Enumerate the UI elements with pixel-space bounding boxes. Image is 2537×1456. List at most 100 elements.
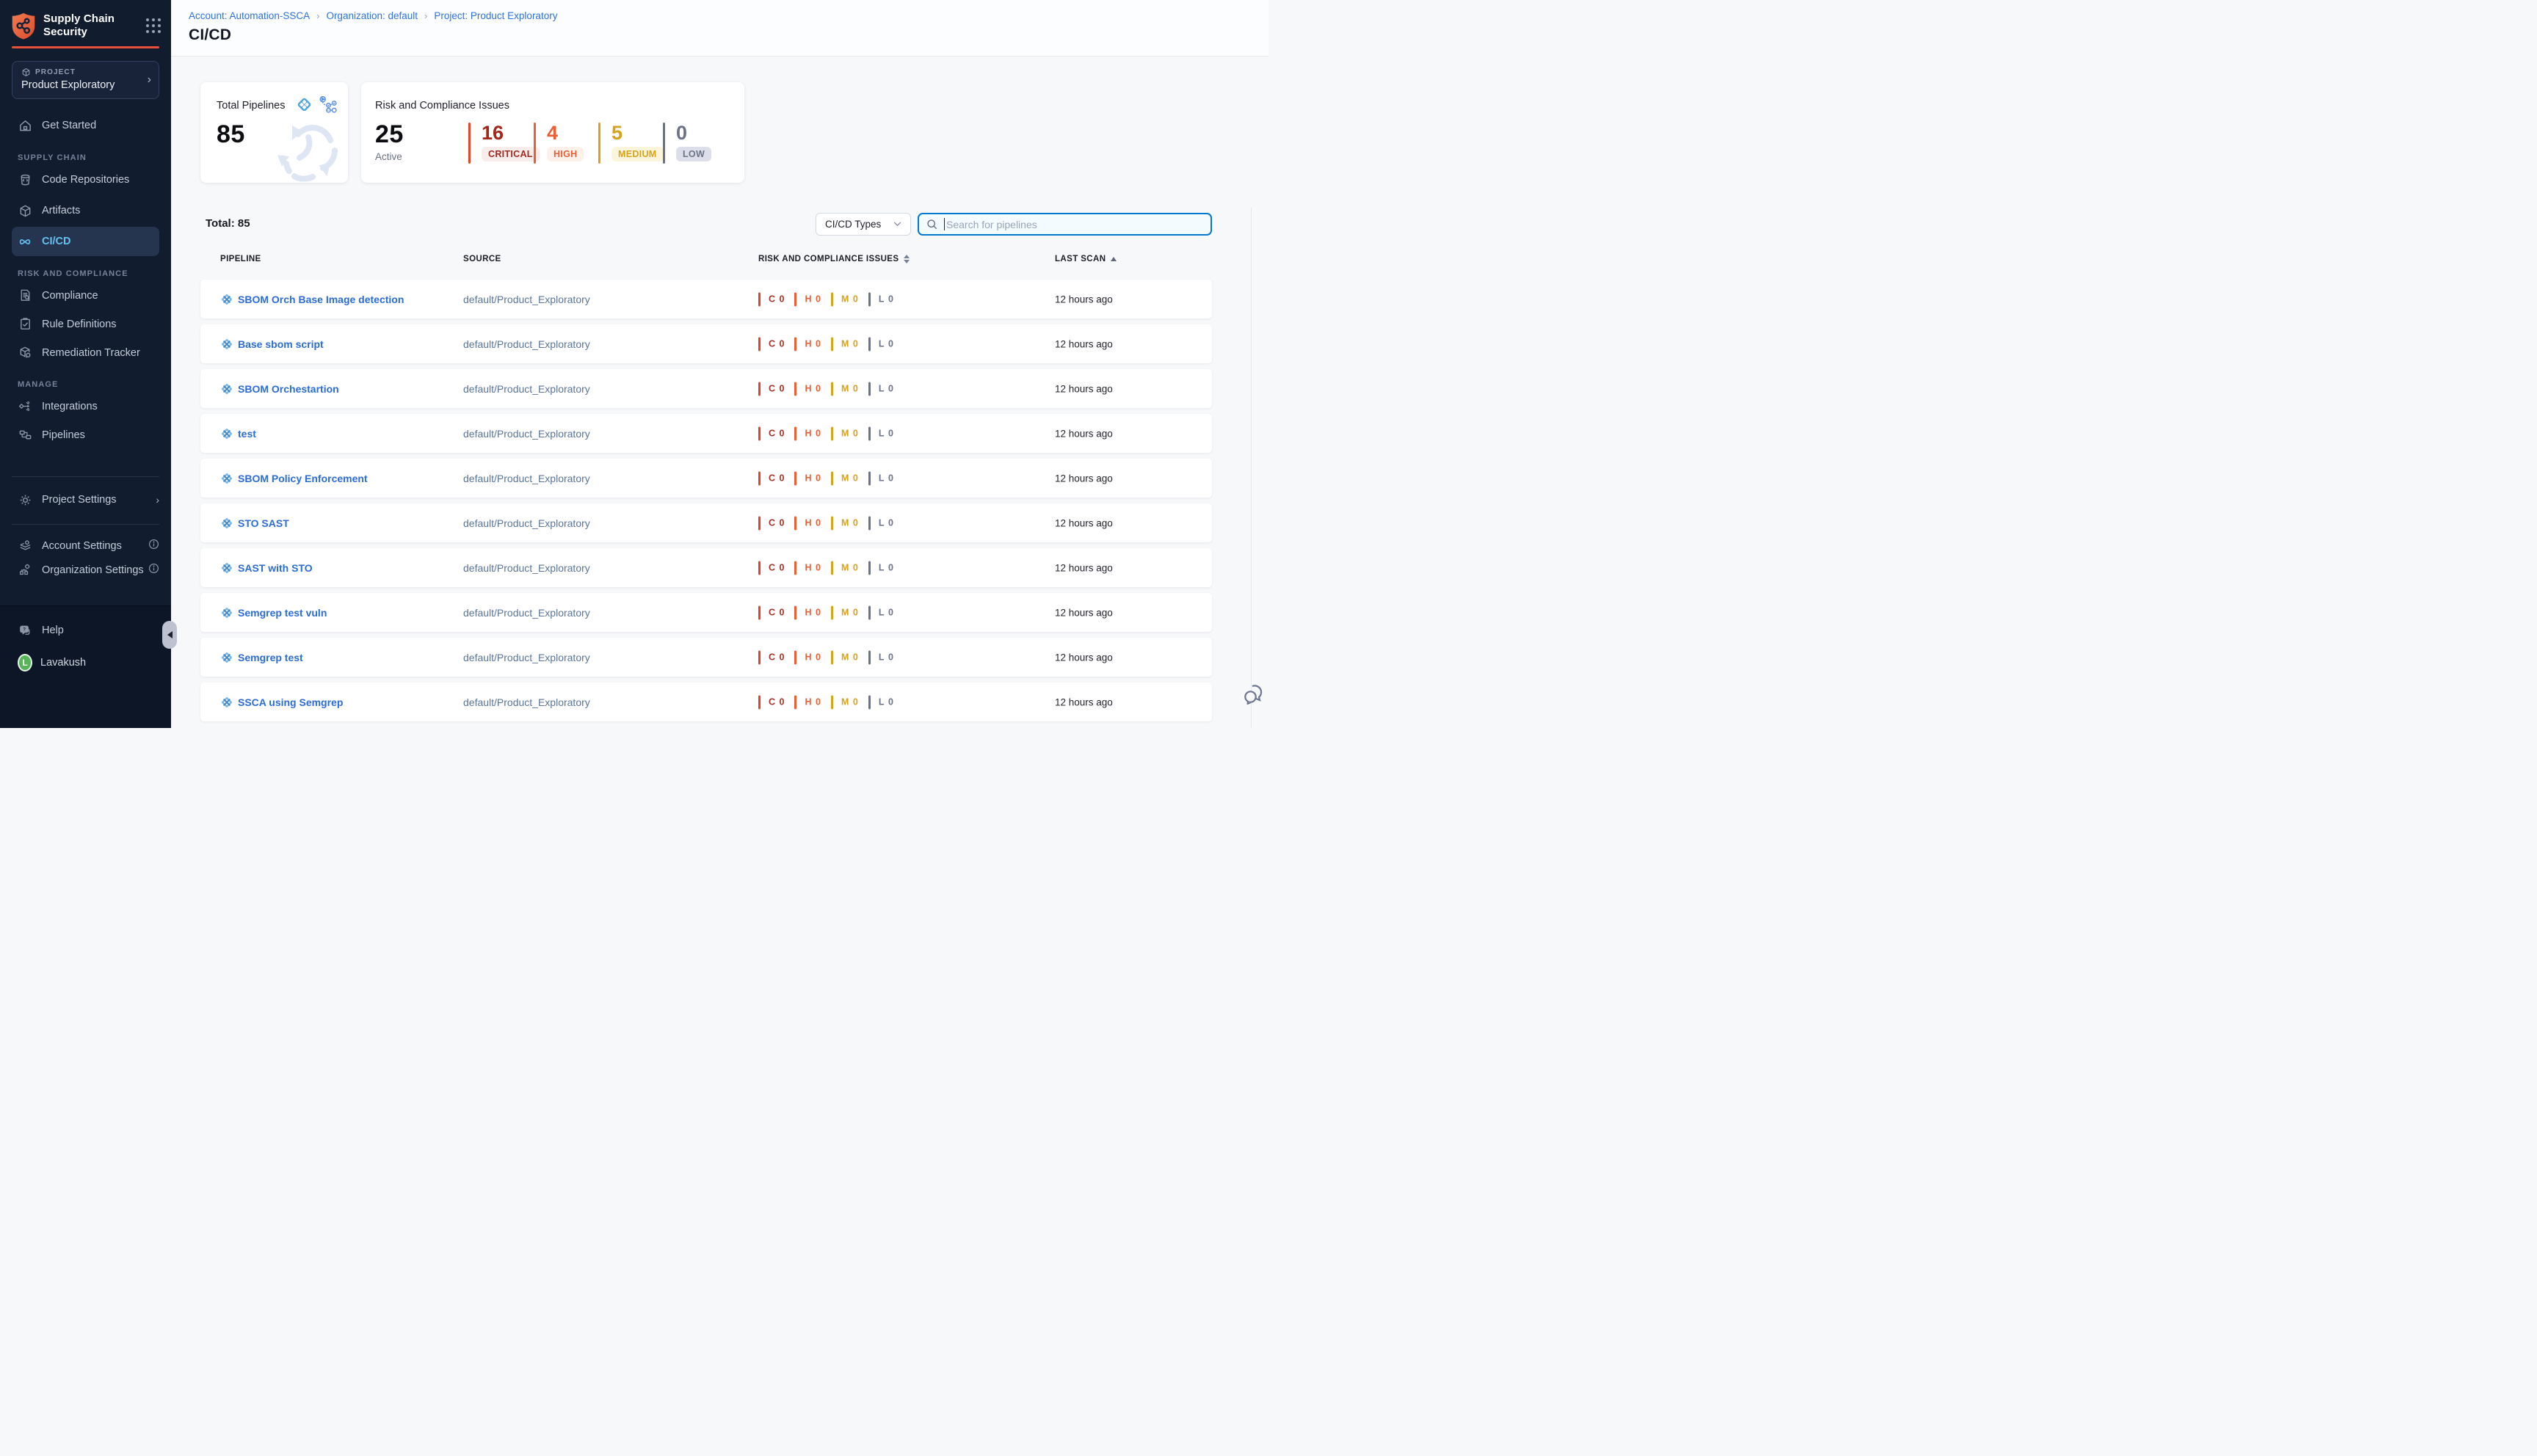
risk-severity-count: 0 xyxy=(780,429,785,439)
severity-bar xyxy=(534,123,536,164)
risk-bar xyxy=(758,471,761,485)
risk-severity-count: 0 xyxy=(888,697,893,707)
risk-severity-count: 0 xyxy=(816,518,821,528)
risk-severity-count: 0 xyxy=(853,563,858,573)
risk-severity-letter: L xyxy=(879,384,885,394)
table-row[interactable]: test default/Product_Exploratory C0H0M0L… xyxy=(200,414,1212,453)
sidebar-item-artifacts[interactable]: Artifacts xyxy=(0,196,171,225)
table-row[interactable]: Semgrep test vuln default/Product_Explor… xyxy=(200,593,1212,632)
sidebar-collapse-handle[interactable] xyxy=(162,621,177,649)
pipeline-link[interactable]: test xyxy=(238,428,256,440)
pipeline-link[interactable]: SBOM Orchestartion xyxy=(238,383,339,395)
last-scan-value: 12 hours ago xyxy=(1055,338,1113,349)
risk-severity-letter: M xyxy=(841,473,849,484)
main-content: Account: Automation-SSCA › Organization: d… xyxy=(171,0,1268,728)
sidebar-item-project-settings[interactable]: Project Settings › xyxy=(0,485,171,514)
pipeline-link[interactable]: SAST with STO xyxy=(238,562,313,574)
page-title: CI/CD xyxy=(189,26,1268,44)
breadcrumb-separator: › xyxy=(424,10,427,21)
risk-indicators: C0H0M0L0 xyxy=(758,695,904,709)
sidebar-item-get-started[interactable]: Get Started xyxy=(0,111,171,140)
sidebar-item-help[interactable]: ? Help xyxy=(0,617,171,644)
pipeline-link[interactable]: SSCA using Semgrep xyxy=(238,696,343,708)
project-selector[interactable]: PROJECT Product Exploratory › xyxy=(12,61,159,99)
risk-bar xyxy=(831,337,833,351)
page-header: Account: Automation-SSCA › Organization: d… xyxy=(171,0,1268,57)
risk-severity-count: 0 xyxy=(780,563,785,573)
table-row[interactable]: SBOM Orch Base Image detection default/P… xyxy=(200,280,1212,318)
table-row[interactable]: Base sbom script default/Product_Explora… xyxy=(200,324,1212,363)
total-pipelines-value: 85 xyxy=(217,120,348,149)
cicd-types-dropdown[interactable]: CI/CD Types xyxy=(816,213,911,236)
risk-severity-letter: H xyxy=(805,563,812,573)
risk-severity-count: 0 xyxy=(888,563,893,573)
table-row[interactable]: SBOM Policy Enforcement default/Product_… xyxy=(200,459,1212,498)
risk-indicators: C0H0M0L0 xyxy=(758,382,904,396)
severity-count: 0 xyxy=(676,123,711,143)
risk-severity-count: 0 xyxy=(853,339,858,349)
risk-severity-count: 0 xyxy=(853,429,858,439)
breadcrumb-link[interactable]: Account: Automation-SSCA xyxy=(189,10,310,21)
sidebar-item-code-repositories[interactable]: Code Repositories xyxy=(0,165,171,194)
sidebar-item-pipelines[interactable]: Pipelines xyxy=(0,421,171,449)
text-caret xyxy=(944,218,945,230)
pipeline-link[interactable]: SBOM Orch Base Image detection xyxy=(238,294,404,305)
table-row[interactable]: SAST with STO default/Product_Explorator… xyxy=(200,548,1212,587)
scrollbar-track[interactable] xyxy=(1251,208,1252,728)
risk-severity-count: 0 xyxy=(853,608,858,618)
sidebar-item-organization-settings[interactable]: Organization Settings xyxy=(0,558,171,582)
table-row[interactable]: STO SAST default/Product_Exploratory C0H… xyxy=(200,503,1212,542)
risk-bar xyxy=(868,605,871,619)
code-repositories-icon xyxy=(18,172,32,187)
risk-bar xyxy=(794,695,796,709)
risk-severity-letter: H xyxy=(805,652,812,663)
table-row[interactable]: SSCA using Semgrep default/Product_Explo… xyxy=(200,682,1212,721)
table-row[interactable]: Semgrep test default/Product_Exploratory… xyxy=(200,638,1212,677)
search-input[interactable] xyxy=(946,219,1203,230)
artifacts-cube-icon xyxy=(18,203,32,218)
pipeline-link[interactable]: Semgrep test vuln xyxy=(238,607,327,619)
sidebar-item-account-settings[interactable]: Account Settings xyxy=(0,534,171,558)
risk-severity-letter: H xyxy=(805,429,812,439)
last-scan-value: 12 hours ago xyxy=(1055,383,1113,394)
risk-bar xyxy=(831,695,833,709)
pipeline-source: default/Product_Exploratory xyxy=(463,652,590,663)
sidebar-item-rule-definitions[interactable]: Rule Definitions xyxy=(0,310,171,338)
sidebar-item-cicd[interactable]: CI/CD xyxy=(12,227,159,256)
sidebar-item-remediation-tracker[interactable]: Remediation Tracker xyxy=(0,338,171,367)
last-scan-value: 12 hours ago xyxy=(1055,696,1113,707)
risk-indicators: C0H0M0L0 xyxy=(758,292,904,306)
column-header-source[interactable]: SOURCE xyxy=(463,255,501,263)
column-header-pipeline[interactable]: PIPELINE xyxy=(220,255,261,263)
module-switcher-icon[interactable] xyxy=(146,18,161,33)
risk-severity-letter: C xyxy=(769,608,776,618)
sidebar-item-integrations[interactable]: Integrations xyxy=(0,392,171,421)
user-menu[interactable]: L Lavakush xyxy=(0,649,171,676)
pipeline-link[interactable]: Semgrep test xyxy=(238,652,303,663)
breadcrumb-link[interactable]: Organization: default xyxy=(326,10,418,21)
risk-bar xyxy=(758,695,761,709)
brand: Supply Chain Security xyxy=(0,0,171,40)
risk-severity-letter: H xyxy=(805,294,812,305)
pipeline-link[interactable]: Base sbom script xyxy=(238,338,324,350)
support-chat-icon[interactable] xyxy=(1242,682,1267,707)
risk-severity-letter: M xyxy=(841,563,849,573)
sidebar-item-compliance[interactable]: Compliance xyxy=(0,281,171,310)
breadcrumb-link[interactable]: Project: Product Exploratory xyxy=(434,10,557,21)
integrations-icon xyxy=(18,399,32,414)
pipeline-link[interactable]: STO SAST xyxy=(238,517,289,529)
pipeline-link[interactable]: SBOM Policy Enforcement xyxy=(238,473,368,484)
risk-bar xyxy=(868,382,871,396)
risk-bar xyxy=(794,471,796,485)
sidebar-divider xyxy=(12,476,159,477)
column-header-last-scan[interactable]: LAST SCAN xyxy=(1055,255,1117,263)
risk-severity-letter: C xyxy=(769,563,776,573)
table-row[interactable]: SBOM Orchestartion default/Product_Explo… xyxy=(200,369,1212,408)
pipeline-source: default/Product_Exploratory xyxy=(463,383,590,395)
severity-count: 16 xyxy=(482,123,540,143)
column-header-risk[interactable]: RISK AND COMPLIANCE ISSUES xyxy=(758,255,910,263)
breadcrumb: Account: Automation-SSCA › Organization: d… xyxy=(189,10,1268,21)
risk-severity-letter: M xyxy=(841,608,849,618)
risk-severity-count: 0 xyxy=(853,384,858,394)
risk-severity-count: 0 xyxy=(816,697,821,707)
